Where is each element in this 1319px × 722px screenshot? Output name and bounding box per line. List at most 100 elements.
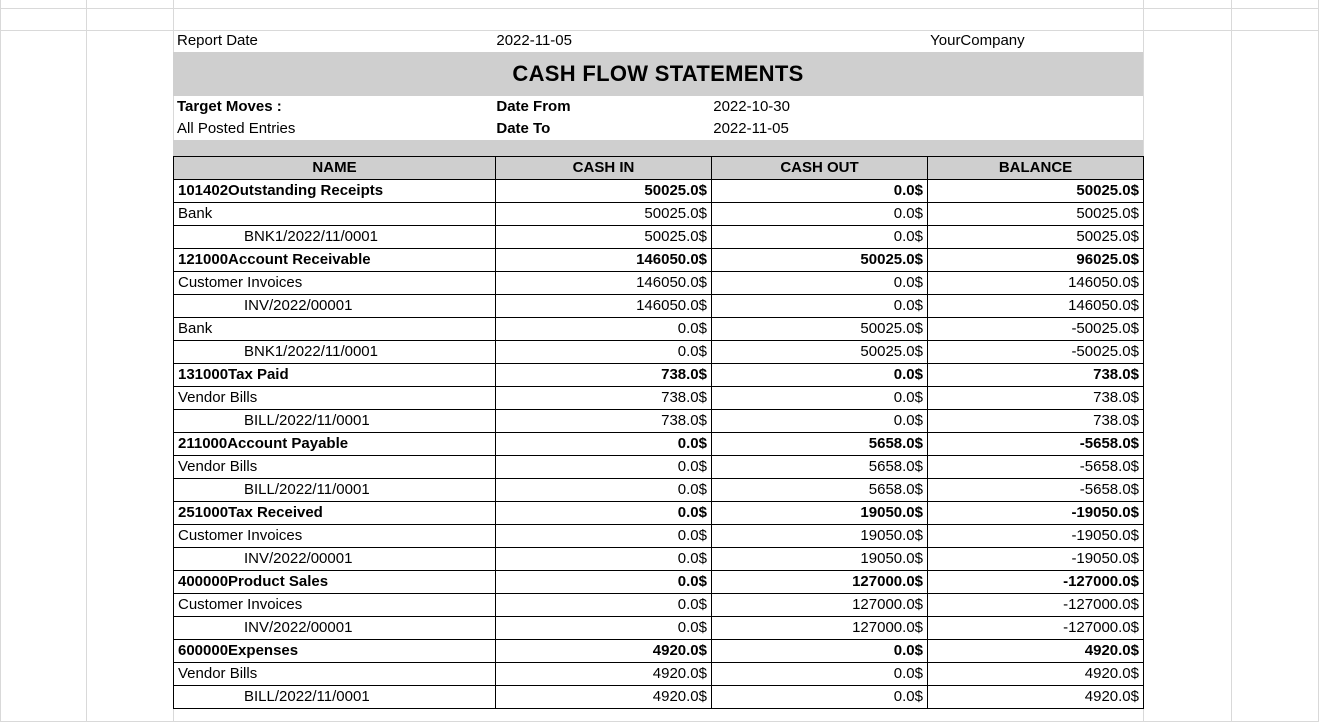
cell-cash-in: 0.0$ xyxy=(496,594,712,617)
table-row: Bank50025.0$0.0$50025.0$ xyxy=(174,203,1144,226)
cell-balance: -5658.0$ xyxy=(928,456,1144,479)
cell-cash-out: 0.0$ xyxy=(712,203,928,226)
cell-cash-in: 0.0$ xyxy=(496,479,712,502)
cell-cash-in: 0.0$ xyxy=(496,456,712,479)
cell-cash-in: 738.0$ xyxy=(496,387,712,410)
cell-balance: -50025.0$ xyxy=(928,318,1144,341)
cell-cash-out: 0.0$ xyxy=(712,387,928,410)
cell-cash-out: 0.0$ xyxy=(712,295,928,318)
cell-name: BNK1/2022/11/0001 xyxy=(174,226,496,249)
date-from-label: Date From xyxy=(492,96,709,118)
cell-cash-in: 4920.0$ xyxy=(496,640,712,663)
separator-band xyxy=(173,140,1143,156)
cell-name: Vendor Bills xyxy=(174,387,496,410)
cell-balance: -5658.0$ xyxy=(928,479,1144,502)
table-row: BNK1/2022/11/00010.0$50025.0$-50025.0$ xyxy=(174,341,1144,364)
cell-name: Vendor Bills xyxy=(174,663,496,686)
table-row: Vendor Bills738.0$0.0$738.0$ xyxy=(174,387,1144,410)
target-moves-value: All Posted Entries xyxy=(173,118,492,140)
table-row: 121000Account Receivable146050.0$50025.0… xyxy=(174,249,1144,272)
table-row: BILL/2022/11/00010.0$5658.0$-5658.0$ xyxy=(174,479,1144,502)
cell-cash-in: 0.0$ xyxy=(496,548,712,571)
table-row: INV/2022/000010.0$127000.0$-127000.0$ xyxy=(174,617,1144,640)
cell-cash-in: 4920.0$ xyxy=(496,686,712,709)
cell-balance: 146050.0$ xyxy=(928,272,1144,295)
table-row: 400000Product Sales0.0$127000.0$-127000.… xyxy=(174,571,1144,594)
table-row: INV/2022/00001146050.0$0.0$146050.0$ xyxy=(174,295,1144,318)
cell-balance: 738.0$ xyxy=(928,364,1144,387)
cell-balance: -19050.0$ xyxy=(928,525,1144,548)
cell-cash-in: 146050.0$ xyxy=(496,249,712,272)
cell-cash-out: 127000.0$ xyxy=(712,617,928,640)
cell-cash-out: 19050.0$ xyxy=(712,525,928,548)
cell-balance: 738.0$ xyxy=(928,387,1144,410)
cell-cash-out: 5658.0$ xyxy=(712,456,928,479)
cell-balance: -127000.0$ xyxy=(928,571,1144,594)
cell-name: 400000Product Sales xyxy=(174,571,496,594)
table-row: 131000Tax Paid738.0$0.0$738.0$ xyxy=(174,364,1144,387)
col-cash-in: CASH IN xyxy=(496,157,712,180)
cell-cash-in: 0.0$ xyxy=(496,617,712,640)
cell-cash-in: 4920.0$ xyxy=(496,663,712,686)
cell-cash-in: 738.0$ xyxy=(496,410,712,433)
cell-cash-out: 127000.0$ xyxy=(712,571,928,594)
cell-name: 101402Outstanding Receipts xyxy=(174,180,496,203)
cell-name: 211000Account Payable xyxy=(174,433,496,456)
cell-name: INV/2022/00001 xyxy=(174,548,496,571)
cell-cash-in: 0.0$ xyxy=(496,525,712,548)
cell-name: 251000Tax Received xyxy=(174,502,496,525)
table-row: BILL/2022/11/0001738.0$0.0$738.0$ xyxy=(174,410,1144,433)
cell-cash-in: 0.0$ xyxy=(496,318,712,341)
cell-balance: -19050.0$ xyxy=(928,502,1144,525)
cell-cash-in: 146050.0$ xyxy=(496,272,712,295)
col-name: NAME xyxy=(174,157,496,180)
cell-name: BILL/2022/11/0001 xyxy=(174,479,496,502)
table-row: Bank0.0$50025.0$-50025.0$ xyxy=(174,318,1144,341)
table-row: Vendor Bills4920.0$0.0$4920.0$ xyxy=(174,663,1144,686)
cell-name: BILL/2022/11/0001 xyxy=(174,686,496,709)
cell-cash-in: 738.0$ xyxy=(496,364,712,387)
cell-name: INV/2022/00001 xyxy=(174,617,496,640)
spreadsheet-viewport: Report Date 2022-11-05 YourCompany CASH … xyxy=(0,0,1319,722)
cell-cash-out: 50025.0$ xyxy=(712,341,928,364)
cell-balance: 50025.0$ xyxy=(928,226,1144,249)
cell-cash-out: 0.0$ xyxy=(712,364,928,387)
cell-cash-out: 0.0$ xyxy=(712,640,928,663)
cell-name: Bank xyxy=(174,203,496,226)
cell-name: BILL/2022/11/0001 xyxy=(174,410,496,433)
cell-name: Customer Invoices xyxy=(174,272,496,295)
cell-cash-out: 0.0$ xyxy=(712,180,928,203)
cell-name: Customer Invoices xyxy=(174,525,496,548)
cell-name: Vendor Bills xyxy=(174,456,496,479)
cell-cash-out: 50025.0$ xyxy=(712,249,928,272)
cell-balance: 4920.0$ xyxy=(928,686,1144,709)
table-row: BNK1/2022/11/000150025.0$0.0$50025.0$ xyxy=(174,226,1144,249)
cash-flow-table: NAME CASH IN CASH OUT BALANCE 101402Outs… xyxy=(173,156,1144,709)
cell-balance: 4920.0$ xyxy=(928,640,1144,663)
col-balance: BALANCE xyxy=(928,157,1144,180)
filters-row-2: All Posted Entries Date To 2022-11-05 xyxy=(173,118,1143,140)
table-row: 251000Tax Received0.0$19050.0$-19050.0$ xyxy=(174,502,1144,525)
cell-name: 131000Tax Paid xyxy=(174,364,496,387)
cell-cash-in: 0.0$ xyxy=(496,433,712,456)
date-to-label: Date To xyxy=(492,118,709,140)
table-row: Customer Invoices0.0$19050.0$-19050.0$ xyxy=(174,525,1144,548)
date-from-value: 2022-10-30 xyxy=(709,96,926,118)
cell-cash-out: 50025.0$ xyxy=(712,318,928,341)
cell-cash-out: 5658.0$ xyxy=(712,433,928,456)
cell-balance: 146050.0$ xyxy=(928,295,1144,318)
table-row: Customer Invoices146050.0$0.0$146050.0$ xyxy=(174,272,1144,295)
table-row: BILL/2022/11/00014920.0$0.0$4920.0$ xyxy=(174,686,1144,709)
cell-cash-in: 0.0$ xyxy=(496,502,712,525)
table-row: 101402Outstanding Receipts50025.0$0.0$50… xyxy=(174,180,1144,203)
cell-cash-in: 50025.0$ xyxy=(496,203,712,226)
cell-cash-in: 50025.0$ xyxy=(496,180,712,203)
filters-row-1: Target Moves : Date From 2022-10-30 xyxy=(173,96,1143,118)
col-cash-out: CASH OUT xyxy=(712,157,928,180)
cell-cash-out: 5658.0$ xyxy=(712,479,928,502)
company-name: YourCompany xyxy=(926,30,1143,52)
cell-cash-out: 127000.0$ xyxy=(712,594,928,617)
table-row: 600000Expenses4920.0$0.0$4920.0$ xyxy=(174,640,1144,663)
cell-name: Customer Invoices xyxy=(174,594,496,617)
table-row: 211000Account Payable0.0$5658.0$-5658.0$ xyxy=(174,433,1144,456)
